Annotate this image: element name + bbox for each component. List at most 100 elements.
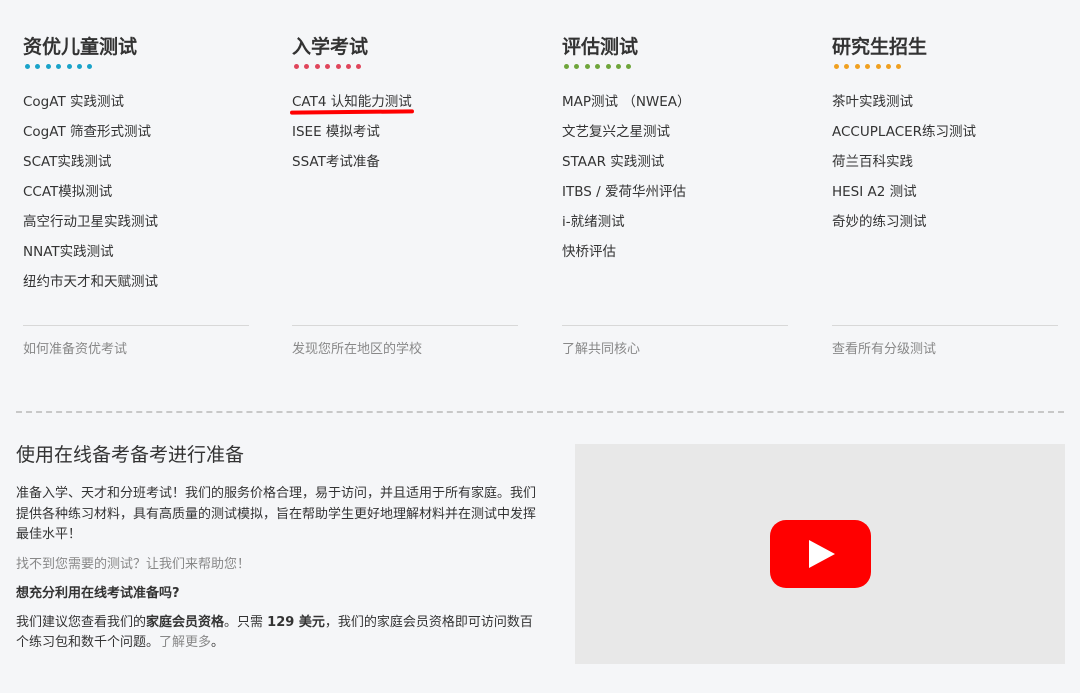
list-item: STAAR 实践测试 [562, 151, 691, 181]
column-divider [562, 325, 788, 326]
dot [865, 64, 871, 69]
list-item: ITBS / 爱荷华州评估 [562, 181, 691, 211]
dots-divider [25, 64, 98, 72]
family-membership-text: 家庭会员资格 [146, 614, 225, 630]
reco-text: 。只需 [224, 614, 268, 630]
dot [574, 64, 580, 69]
footer-link-prepare-gifted[interactable]: 如何准备资优考试 [23, 339, 127, 361]
dots-divider [564, 64, 637, 72]
link-label: CAT4 认知能力测试 [292, 94, 412, 110]
link-list: 茶叶实践测试 ACCUPLACER练习测试 荷兰百科实践 HESI A2 测试 … [832, 91, 976, 241]
dot [885, 64, 891, 69]
reco-text: 。 [211, 635, 225, 650]
dot [854, 64, 860, 69]
dot [325, 64, 331, 69]
section-divider [16, 411, 1064, 413]
play-triangle-icon [809, 540, 835, 568]
list-item: 荷兰百科实践 [832, 151, 976, 181]
help-link[interactable]: 找不到您需要的测试？让我们来帮助您！ [16, 555, 538, 575]
dot [335, 64, 341, 69]
promo-section: 使用在线备考备考进行准备 准备入学、天才和分班考试！我们的服务价格合理，易于访问… [16, 440, 538, 654]
column-title: 研究生招生 [832, 36, 928, 58]
link-high-altitude[interactable]: 高空行动卫星实践测试 [23, 211, 158, 233]
promo-description: 准备入学、天才和分班考试！我们的服务价格合理，易于访问，并且适用于所有家庭。我们… [16, 486, 537, 542]
price-text: 129 美元 [267, 614, 325, 630]
dot [834, 64, 839, 69]
link-map-nwea[interactable]: MAP测试 （NWEA） [562, 91, 691, 113]
link-quick-bridge[interactable]: 快桥评估 [562, 241, 616, 263]
link-isee-mock[interactable]: ISEE 模拟考试 [292, 121, 380, 143]
column-title: 入学考试 [292, 36, 369, 58]
dot [76, 64, 82, 69]
column-title: 资优儿童测试 [23, 36, 138, 58]
list-item: 快桥评估 [562, 241, 691, 271]
dot [615, 64, 621, 69]
list-item: NNAT实践测试 [23, 241, 158, 271]
list-item: i-就绪测试 [562, 211, 691, 241]
dot [87, 64, 93, 69]
dot [294, 64, 299, 69]
link-itbs-iowa[interactable]: ITBS / 爱荷华州评估 [562, 181, 686, 203]
dot [45, 64, 51, 69]
link-cogat-screening[interactable]: CogAT 筛查形式测试 [23, 121, 151, 143]
dot [304, 64, 310, 69]
list-item: 文艺复兴之星测试 [562, 121, 691, 151]
link-ssat-prep[interactable]: SSAT考试准备 [292, 151, 380, 173]
youtube-play-icon[interactable] [770, 520, 871, 588]
dot [56, 64, 62, 69]
test-categories: 资优儿童测试 CogAT 实践测试 CogAT 筛查形式测试 SCAT实践测试 … [0, 0, 1080, 400]
link-list: CogAT 实践测试 CogAT 筛查形式测试 SCAT实践测试 CCAT模拟测… [23, 91, 158, 301]
list-item: 茶叶实践测试 [832, 91, 976, 121]
footer-link-common-core[interactable]: 了解共同核心 [562, 339, 640, 361]
dot [35, 64, 41, 69]
dot [66, 64, 72, 69]
list-item: CogAT 实践测试 [23, 91, 158, 121]
list-item: CogAT 筛查形式测试 [23, 121, 158, 151]
learn-more-link[interactable]: 了解更多 [159, 635, 211, 650]
link-scat-practice[interactable]: SCAT实践测试 [23, 151, 111, 173]
link-hesi-a2[interactable]: HESI A2 测试 [832, 181, 917, 203]
list-item: SSAT考试准备 [292, 151, 412, 181]
list-item: 纽约市天才和天赋测试 [23, 271, 158, 301]
list-item: HESI A2 测试 [832, 181, 976, 211]
list-item: 高空行动卫星实践测试 [23, 211, 158, 241]
dot [896, 64, 902, 69]
dot [25, 64, 30, 69]
link-wonderlic[interactable]: 奇妙的练习测试 [832, 211, 927, 233]
column-divider [832, 325, 1058, 326]
list-item: ISEE 模拟考试 [292, 121, 412, 151]
link-cogat-practice[interactable]: CogAT 实践测试 [23, 91, 124, 113]
dot [875, 64, 881, 69]
promo-heading: 使用在线备考备考进行准备 [16, 444, 245, 466]
dots-divider [294, 64, 367, 72]
reco-text: 我们建议您查看我们的 [16, 614, 147, 630]
list-item: CAT4 认知能力测试 [289, 91, 414, 121]
link-accuplacer[interactable]: ACCUPLACER练习测试 [832, 121, 976, 143]
link-ccat-mock[interactable]: CCAT模拟测试 [23, 181, 112, 203]
link-i-ready[interactable]: i-就绪测试 [562, 211, 625, 233]
link-nyc-gifted[interactable]: 纽约市天才和天赋测试 [23, 271, 158, 293]
link-tea-practice[interactable]: 茶叶实践测试 [832, 91, 913, 113]
membership-recommendation: 我们建议您查看我们的家庭会员资格。只需 129 美元，我们的家庭会员资格即可访问… [16, 613, 538, 654]
column-divider [23, 325, 249, 326]
dots-divider [834, 64, 907, 72]
list-item: CCAT模拟测试 [23, 181, 158, 211]
link-renaissance-star[interactable]: 文艺复兴之星测试 [562, 121, 670, 143]
dot [626, 64, 632, 69]
list-item: 奇妙的练习测试 [832, 211, 976, 241]
list-item: SCAT实践测试 [23, 151, 158, 181]
link-dutch-encyclopedia[interactable]: 荷兰百科实践 [832, 151, 913, 173]
list-item: ACCUPLACER练习测试 [832, 121, 976, 151]
footer-link-find-schools[interactable]: 发现您所在地区的学校 [292, 339, 422, 361]
link-cat4[interactable]: CAT4 认知能力测试 [289, 91, 414, 115]
link-list: CAT4 认知能力测试 ISEE 模拟考试 SSAT考试准备 [289, 91, 414, 181]
dot [314, 64, 320, 69]
promo-question: 想充分利用在线考试准备吗? [16, 585, 180, 601]
column-divider [292, 325, 518, 326]
footer-link-all-grade-tests[interactable]: 查看所有分级测试 [832, 339, 936, 361]
dot [584, 64, 590, 69]
video-player[interactable] [575, 444, 1065, 664]
link-nnat-practice[interactable]: NNAT实践测试 [23, 241, 114, 263]
column-title: 评估测试 [562, 36, 639, 58]
link-staar-practice[interactable]: STAAR 实践测试 [562, 151, 664, 173]
